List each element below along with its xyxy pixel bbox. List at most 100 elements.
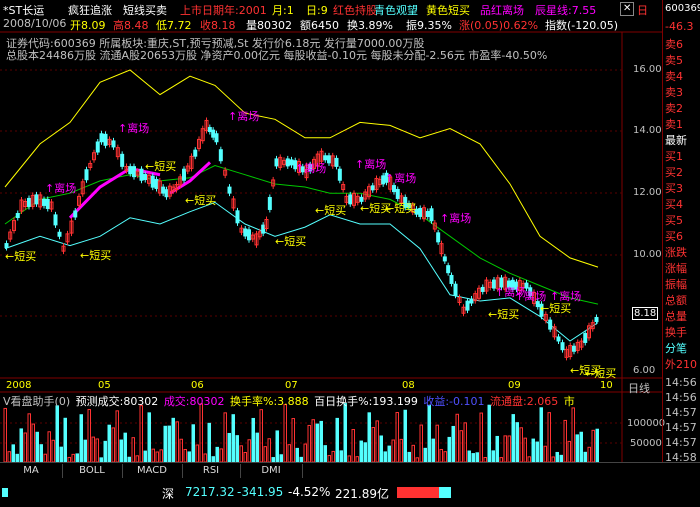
- tab-rsi[interactable]: RSI: [182, 464, 241, 478]
- tab-boll[interactable]: BOLL: [62, 464, 123, 478]
- candle: [15, 213, 20, 219]
- candle: [27, 197, 31, 207]
- candle: [572, 345, 576, 352]
- daily-period-label[interactable]: 日线: [628, 380, 650, 396]
- tick-time: 14:57: [665, 406, 697, 419]
- buy-level-5: 买5: [665, 214, 683, 227]
- market-cap-label: 市: [563, 395, 575, 408]
- volume-bar: [427, 404, 431, 462]
- tick-time: 14:57: [665, 421, 697, 434]
- volume-bar: [539, 407, 543, 462]
- candle: [327, 155, 331, 164]
- candle: [4, 243, 9, 249]
- tab-dmi[interactable]: DMI: [240, 464, 303, 478]
- date-axis-label: 2008: [6, 380, 32, 391]
- date-axis-label: 10: [600, 380, 613, 391]
- price-change-tail: -46.3: [665, 20, 694, 33]
- volume-bar: [251, 417, 255, 462]
- candle: [120, 153, 125, 167]
- market-change-pct: -4.52%: [288, 485, 331, 499]
- stat-change-pct: 涨幅: [665, 262, 687, 275]
- buy-level-2: 买2: [665, 166, 683, 179]
- candle: [243, 228, 248, 237]
- tab-macd[interactable]: MACD: [122, 464, 183, 478]
- candle: [429, 208, 434, 222]
- high-value: 高8.48: [113, 19, 149, 32]
- volume-bar: [123, 432, 127, 462]
- candle: [95, 141, 100, 153]
- volume-bar: [487, 404, 491, 462]
- leave-signal: ↑离场: [355, 158, 387, 171]
- f10-info-line2: 总股本24486万股 流通A股20653万股 净资产0.00亿元 每股收益-0.…: [6, 49, 548, 62]
- candle: [207, 127, 212, 133]
- volume-bar: [279, 454, 283, 462]
- short-buy-signal: ←短买: [80, 249, 112, 262]
- volume-bar: [235, 435, 239, 462]
- date-axis-label: 05: [98, 380, 111, 391]
- candle: [53, 214, 58, 226]
- leave-signal: ↑离场: [440, 212, 472, 225]
- stat-amount: 总额: [665, 294, 687, 307]
- volume-axis-label: 100000: [627, 418, 666, 429]
- date-axis-label: 09: [508, 380, 521, 391]
- volume-bar: [163, 425, 167, 462]
- volume-bar: [595, 428, 599, 462]
- candle: [235, 210, 240, 224]
- volume-bar: [491, 450, 495, 462]
- market-name[interactable]: 深: [162, 485, 174, 502]
- short-buy-signal: ←短买: [488, 308, 520, 321]
- volume-bar: [343, 403, 347, 462]
- earnings-value: 收益:-0.101: [423, 395, 485, 408]
- candle: [556, 336, 561, 342]
- leave-signal: ↑离场: [295, 162, 327, 175]
- tab-ma[interactable]: MA: [0, 464, 63, 478]
- candle: [150, 175, 155, 188]
- short-buy-signal: ←短买: [315, 204, 347, 217]
- float-shares: 流通盘:2.065: [490, 395, 559, 408]
- volume-bar: [231, 414, 235, 462]
- turnover-rate: 换手率%:3.888: [230, 395, 309, 408]
- indicator-tabs: MA BOLL MACD RSI DMI: [0, 462, 700, 480]
- market-status-bar: 深 7217.32 -341.95 -4.52% 221.89亿: [0, 480, 700, 507]
- quote-side-panel[interactable]: 600369 -46.3 卖6 卖5 卖4 卖3 卖2 卖1 最新 买1 买2 …: [662, 0, 700, 464]
- sell-level-4: 卖4: [665, 70, 683, 83]
- volume-panel-header: V看盘助手(0) 预测成交:80302 成交:80302 换手率%:3.888 …: [3, 393, 575, 409]
- leave-signal: ↑离场: [228, 110, 260, 123]
- candle: [227, 186, 232, 194]
- hundred-day-turnover: 百日换手%:193.199: [314, 395, 418, 408]
- change-value: 涨(0.05)0.62%: [459, 19, 539, 32]
- candle: [111, 140, 116, 148]
- volume-bar: [363, 442, 367, 462]
- candle: [442, 256, 447, 262]
- volume-bar: [39, 444, 43, 462]
- volume-bar: [535, 441, 539, 462]
- short-buy-signal: ←短买: [385, 202, 417, 215]
- candle: [161, 186, 166, 194]
- short-buy-signal: ←短买: [5, 250, 37, 263]
- date-value: 2008/10/06: [3, 17, 67, 30]
- volume-bar: [295, 447, 299, 462]
- candle: [436, 232, 441, 243]
- candle: [143, 174, 148, 181]
- candle: [446, 265, 451, 274]
- buy-level-3: 买3: [665, 182, 683, 195]
- volume-bar: [575, 434, 579, 462]
- close-icon[interactable]: ✕: [620, 2, 635, 16]
- volume-bar: [319, 420, 323, 462]
- volume-bar: [215, 446, 219, 462]
- volume-bar: [335, 417, 339, 462]
- candle: [370, 185, 375, 191]
- volume-bar: [255, 432, 259, 462]
- volume-panel-title[interactable]: V看盘助手(0): [3, 395, 70, 408]
- sell-level-3: 卖3: [665, 86, 683, 99]
- stat-amplitude: 振幅: [665, 278, 687, 291]
- leave-signal: ↑离场: [550, 290, 582, 303]
- index-value: 指数(-120.05): [545, 19, 619, 32]
- market-breadth-bar: [397, 487, 451, 498]
- candle: [218, 149, 223, 162]
- candle: [164, 189, 169, 198]
- volume-bar: [423, 447, 427, 462]
- candle: [334, 157, 339, 167]
- amplitude-value: 振9.35%: [406, 19, 452, 32]
- volume-bar: [107, 424, 111, 462]
